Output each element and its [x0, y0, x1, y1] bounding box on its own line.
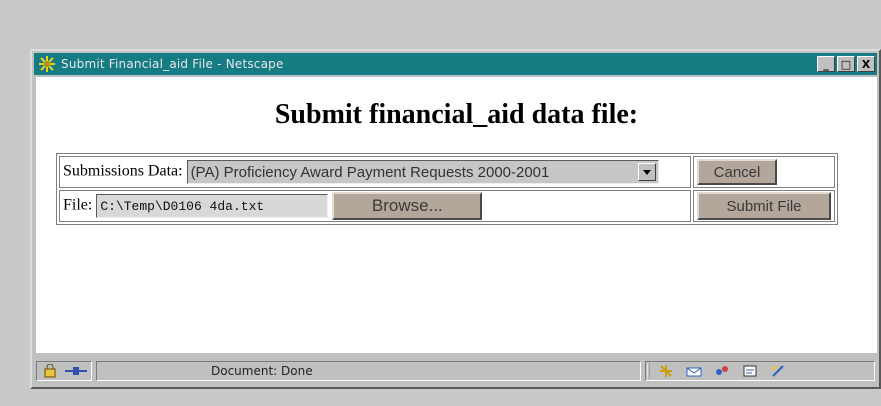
- browser-window: Submit Financial_aid File - Netscape _ □…: [30, 49, 881, 389]
- submissions-cell: Submissions Data: (PA) Proficiency Award…: [59, 156, 691, 188]
- submission-form: Submissions Data: (PA) Proficiency Award…: [56, 153, 838, 225]
- submissions-select[interactable]: (PA) Proficiency Award Payment Requests …: [186, 160, 659, 184]
- submissions-selected-value: (PA) Proficiency Award Payment Requests …: [190, 163, 550, 181]
- close-button[interactable]: X: [857, 56, 875, 72]
- component-tray: [645, 361, 875, 381]
- tray-grip-icon: [647, 363, 650, 379]
- page-title: Submit financial_aid data file:: [274, 99, 639, 130]
- status-message-area: Document: Done: [96, 361, 641, 381]
- file-label: File:: [63, 196, 93, 214]
- status-text: Document: Done: [211, 364, 313, 378]
- file-path-input[interactable]: C:\Temp\D0106 4da.txt: [96, 194, 329, 218]
- submissions-label: Submissions Data:: [63, 162, 183, 180]
- edit-icon[interactable]: [770, 364, 786, 378]
- submit-file-button[interactable]: Submit File: [697, 192, 831, 220]
- file-cell: File: C:\Temp\D0106 4da.txt Browse...: [59, 190, 691, 222]
- security-icon[interactable]: [43, 364, 59, 378]
- cancel-button[interactable]: Cancel: [697, 159, 777, 185]
- cancel-cell: Cancel: [693, 156, 835, 188]
- discussion-icon[interactable]: [714, 364, 730, 378]
- navigator-icon[interactable]: [658, 364, 674, 378]
- security-indicator[interactable]: [36, 361, 92, 381]
- submit-cell: Submit File: [693, 190, 835, 222]
- mail-icon[interactable]: [686, 364, 702, 378]
- netscape-app-icon: [38, 55, 56, 73]
- page-content: Submit financial_aid data file: Submissi…: [36, 77, 877, 353]
- status-bar: Document: Done: [34, 357, 877, 385]
- connection-icon: [65, 367, 87, 375]
- maximize-button[interactable]: □: [837, 56, 855, 72]
- browse-button[interactable]: Browse...: [332, 192, 483, 220]
- composer-icon[interactable]: [742, 364, 758, 378]
- minimize-button[interactable]: _: [817, 56, 835, 72]
- title-bar[interactable]: Submit Financial_aid File - Netscape _ □…: [34, 53, 877, 75]
- dropdown-arrow-icon[interactable]: [637, 163, 656, 181]
- window-title: Submit Financial_aid File - Netscape: [61, 57, 284, 71]
